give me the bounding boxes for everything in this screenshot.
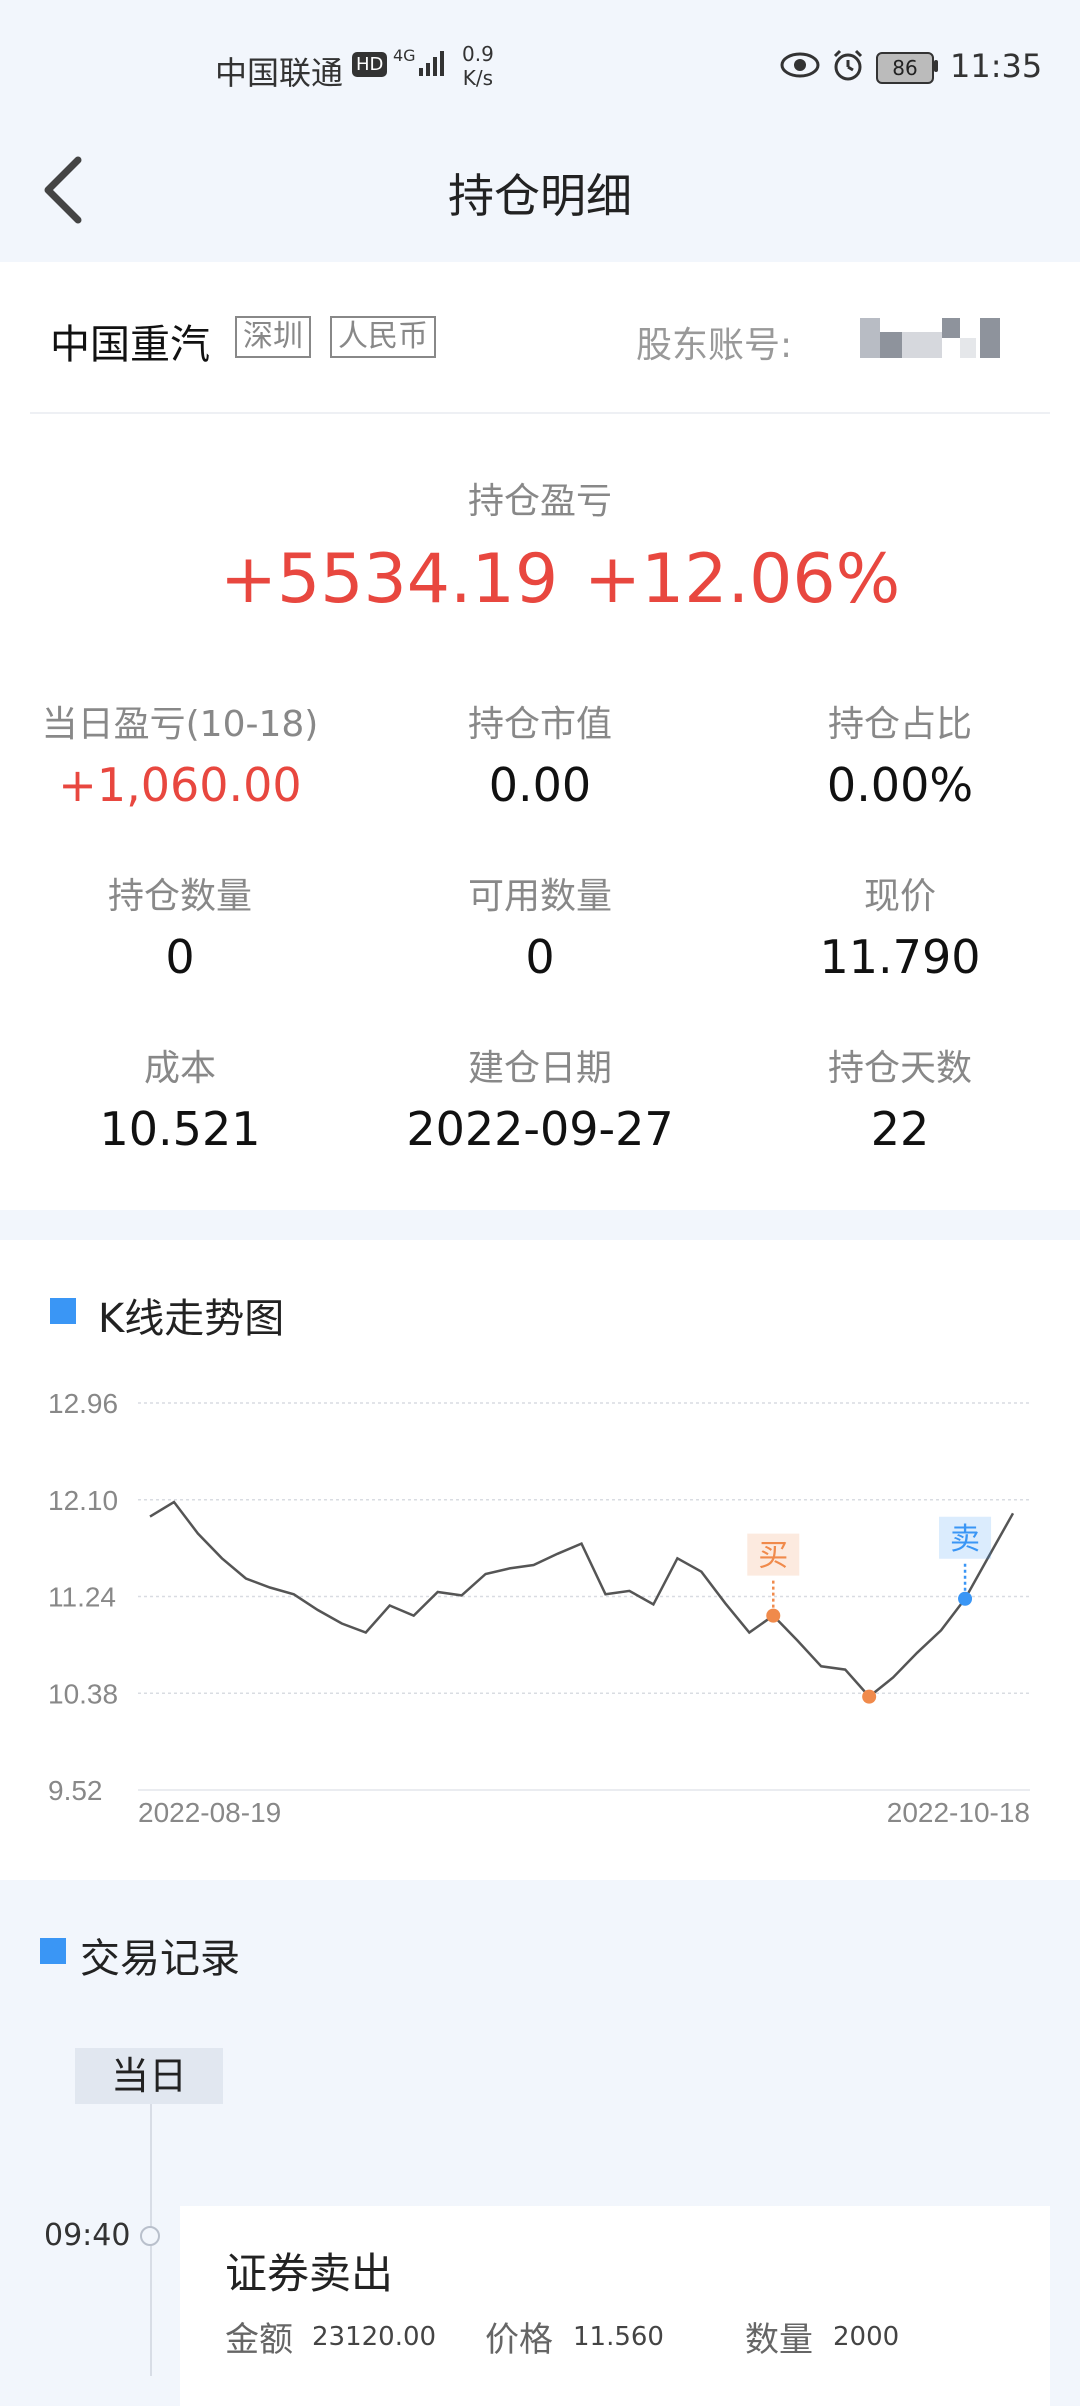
stat-value: 11.790 (819, 930, 981, 984)
eye-icon (780, 52, 820, 78)
stat-open-date: 建仓日期 2022-09-27 (370, 1044, 710, 1164)
marker-point (958, 1591, 973, 1606)
stat-label: 当日盈亏(10-18) (41, 704, 319, 745)
low-point (862, 1689, 877, 1704)
stat-label: 持仓数量 (107, 876, 252, 917)
stat-quantity: 持仓数量 0 (10, 872, 350, 992)
trade-time: 09:40 (44, 2218, 131, 2253)
y-tick-label: 9.52 (48, 1775, 103, 1806)
section-marker-icon (50, 1298, 76, 1324)
day-tag: 当日 (75, 2048, 223, 2104)
timeline-dot (140, 2226, 160, 2246)
status-bar: 中国联通 HD 4G 0.9 K/s 86 11:35 (0, 0, 1080, 130)
stat-value: 10.521 (99, 1102, 261, 1156)
stat-label: 成本 (143, 1048, 216, 1089)
stat-value: 22 (870, 1102, 930, 1156)
carrier-name: 中国联通 (215, 54, 344, 92)
pnl-label: 持仓盈亏 (467, 481, 612, 522)
stat-market-value: 持仓市值 0.00 (370, 700, 710, 820)
stat-daily-pnl: 当日盈亏(10-18) +1,060.00 (10, 700, 350, 820)
y-tick-label: 10.38 (48, 1678, 118, 1709)
stat-value: 0.00% (826, 758, 974, 812)
hd-badge: HD (352, 52, 388, 77)
pnl-amount: +5534.19 (220, 540, 559, 619)
trade-record-card[interactable] (180, 2206, 1050, 2406)
section-marker-icon (40, 1938, 66, 1964)
marker-label: 卖 (950, 1522, 980, 1557)
stat-cost: 成本 10.521 (10, 1044, 350, 1164)
stat-value: +1,060.00 (58, 758, 302, 812)
stat-value: 0 (525, 930, 555, 984)
quantity-label: 数量 (745, 2320, 813, 2360)
stat-label: 建仓日期 (467, 1048, 612, 1089)
kline-chart: 12.96 12.10 11.24 10.38 9.52 2022-08-19 2022-1… (48, 1388, 1030, 1828)
network-speed: 0.9 K/s (462, 42, 494, 90)
amount-value: 23120.00 (312, 2322, 437, 2352)
price-line (149, 1500, 1015, 1699)
stat-current-price: 现价 11.790 (730, 872, 1070, 992)
pnl-percent: +12.06% (584, 540, 901, 619)
alarm-icon (833, 49, 863, 81)
price-label: 价格 (485, 2320, 553, 2360)
currency-tag: 人民币 (330, 316, 436, 358)
stat-label: 持仓占比 (827, 704, 972, 745)
stat-label: 现价 (863, 876, 936, 917)
trade-records-title: 交易记录 (80, 1936, 240, 1982)
stat-value: 0 (165, 930, 195, 984)
trade-type: 证券卖出 (225, 2249, 394, 2298)
stat-available-quantity: 可用数量 0 (370, 872, 710, 992)
stat-value: 2022-09-27 (406, 1102, 674, 1156)
network-type: 4G (393, 46, 416, 65)
page-title: 持仓明细 (448, 169, 632, 223)
x-tick-label: 2022-10-18 (887, 1797, 1030, 1828)
market-tag: 深圳 (235, 316, 311, 358)
y-tick-label: 12.10 (48, 1485, 118, 1516)
divider (30, 412, 1050, 414)
clock: 11:35 (950, 47, 1043, 85)
marker-label: 买 (758, 1539, 788, 1574)
stat-value: 0.00 (488, 758, 592, 812)
price-value: 11.560 (573, 2322, 664, 2352)
y-tick-label: 11.24 (48, 1582, 116, 1613)
quantity-value: 2000 (833, 2322, 900, 2352)
battery-tip (934, 60, 938, 72)
stat-holding-days: 持仓天数 22 (730, 1044, 1070, 1164)
y-tick-label: 12.96 (48, 1388, 118, 1419)
stat-label: 持仓市值 (467, 704, 612, 745)
account-number-masked (860, 318, 1000, 358)
amount-label: 金额 (225, 2320, 293, 2360)
stat-label: 可用数量 (467, 876, 612, 917)
marker-point (766, 1608, 781, 1623)
account-label: 股东账号: (636, 325, 793, 366)
kline-title: K线走势图 (98, 1296, 285, 1342)
stat-label: 持仓天数 (827, 1048, 972, 1089)
x-tick-label: 2022-08-19 (138, 1797, 281, 1828)
signal-icon (419, 51, 444, 76)
battery-icon: 86 (876, 52, 934, 84)
stock-name: 中国重汽 (50, 322, 210, 368)
stat-position-ratio: 持仓占比 0.00% (730, 700, 1070, 820)
